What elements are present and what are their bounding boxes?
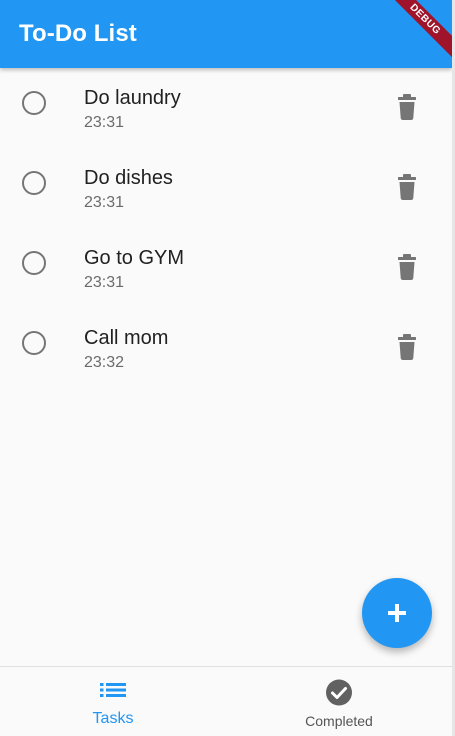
trash-icon[interactable] — [395, 254, 419, 280]
page-title: To-Do List — [19, 20, 137, 47]
nav-label-completed: Completed — [305, 713, 373, 729]
trash-icon[interactable] — [395, 334, 419, 360]
radio-unchecked-icon[interactable] — [22, 91, 46, 115]
task-time: 23:31 — [84, 114, 125, 131]
task-item[interactable]: Call mom 23:32 — [0, 308, 452, 388]
radio-unchecked-icon[interactable] — [22, 251, 46, 275]
nav-label-tasks: Tasks — [92, 710, 134, 727]
debug-banner: DEBUG — [380, 0, 452, 64]
trash-icon[interactable] — [395, 94, 419, 120]
task-time: 23:32 — [84, 354, 125, 371]
task-title: Do laundry — [84, 87, 181, 109]
task-item[interactable]: Go to GYM 23:31 — [0, 228, 452, 308]
app-screen: To-Do List DEBUG Do laundry 23:31 Do dis… — [0, 0, 452, 736]
task-list: Do laundry 23:31 Do dishes 23:31 Go to G… — [0, 68, 452, 388]
nav-tab-completed[interactable]: Completed — [226, 667, 452, 736]
radio-unchecked-icon[interactable] — [22, 171, 46, 195]
task-item[interactable]: Do laundry 23:31 — [0, 68, 452, 148]
add-task-button[interactable] — [362, 578, 432, 648]
list-icon — [100, 683, 126, 697]
task-time: 23:31 — [84, 274, 125, 291]
task-time: 23:31 — [84, 194, 125, 211]
trash-icon[interactable] — [395, 174, 419, 200]
task-item[interactable]: Do dishes 23:31 — [0, 148, 452, 228]
task-title: Call mom — [84, 327, 169, 349]
radio-unchecked-icon[interactable] — [22, 331, 46, 355]
bottom-navigation: Tasks Completed — [0, 666, 452, 736]
nav-tab-tasks[interactable]: Tasks — [0, 667, 226, 736]
check-circle-icon — [326, 679, 352, 706]
plus-icon — [388, 604, 406, 622]
app-bar: To-Do List DEBUG — [0, 0, 452, 68]
task-title: Do dishes — [84, 167, 173, 189]
task-title: Go to GYM — [84, 247, 185, 269]
